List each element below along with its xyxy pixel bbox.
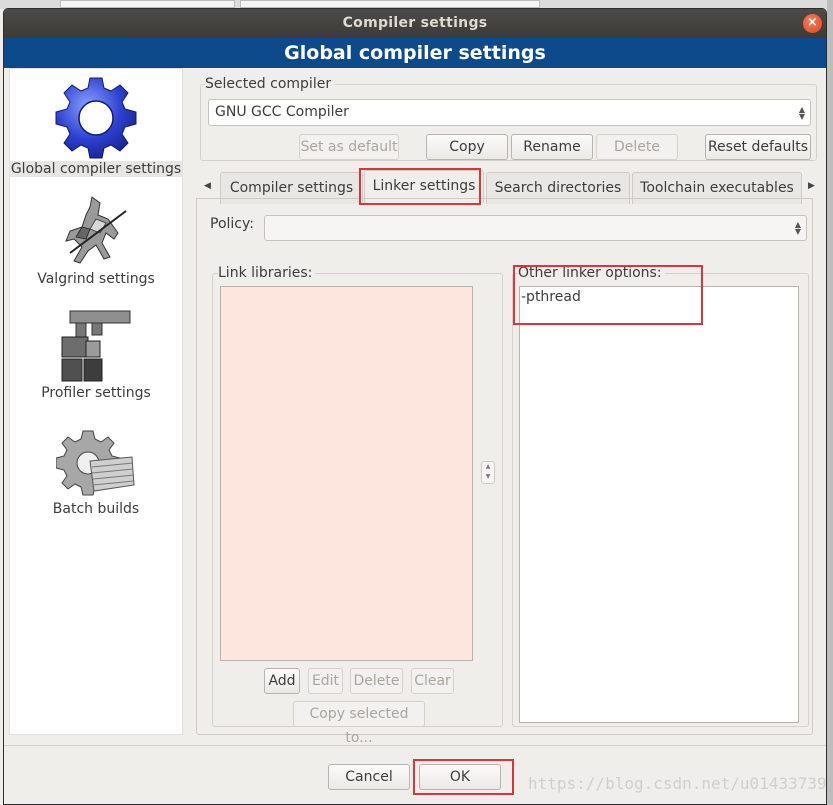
watermark-text: https://blog.csdn.net/u014337397 xyxy=(528,774,833,793)
close-button[interactable]: × xyxy=(803,14,822,33)
set-as-default-button[interactable]: Set as default xyxy=(299,134,399,160)
section-header: Global compiler settings xyxy=(4,38,826,68)
clear-libraries-button[interactable]: Clear xyxy=(411,668,454,694)
tab-scroll-right-icon[interactable]: ▶ xyxy=(808,181,815,191)
sidebar-item-label: Global compiler settings xyxy=(10,161,182,177)
spin-arrows-icon: ▲ ▼ xyxy=(794,220,801,236)
background-desktop-edge xyxy=(827,0,833,805)
window-title: Compiler settings xyxy=(342,15,488,31)
edit-library-button[interactable]: Edit xyxy=(308,668,343,694)
add-library-button[interactable]: Add xyxy=(264,668,300,694)
sidebar-item-profiler[interactable]: Profiler settings xyxy=(10,307,182,401)
footer-divider xyxy=(4,745,826,746)
close-icon: × xyxy=(806,15,819,30)
gear-stack-icon xyxy=(56,430,135,496)
selected-compiler-label: Selected compiler xyxy=(205,76,335,92)
sidebar-item-label: Valgrind settings xyxy=(37,271,155,287)
sidebar-item-label: Batch builds xyxy=(52,501,140,517)
reset-defaults-button[interactable]: Reset defaults xyxy=(705,134,811,160)
gear-icon xyxy=(55,77,137,159)
knight-icon xyxy=(65,196,127,264)
other-linker-options-label: Other linker options: xyxy=(518,265,665,281)
tab-scroll-left-icon[interactable]: ◀ xyxy=(204,181,211,191)
link-libraries-list[interactable] xyxy=(220,286,473,661)
background-fragment xyxy=(60,0,235,8)
sidebar-item-label: Profiler settings xyxy=(41,385,151,401)
sidebar-item-valgrind[interactable]: Valgrind settings xyxy=(10,193,182,287)
copy-button[interactable]: Copy xyxy=(426,134,508,160)
splitter-spin-control[interactable]: ▲ ▼ xyxy=(481,461,495,484)
cancel-button[interactable]: Cancel xyxy=(328,764,410,790)
compiler-select-value: GNU GCC Compiler xyxy=(215,104,349,120)
rename-button[interactable]: Rename xyxy=(511,134,593,160)
spin-arrows-icon: ▲ ▼ xyxy=(798,104,805,121)
background-fragment xyxy=(240,0,540,8)
sidebar-item-global-compiler[interactable]: Global compiler settings xyxy=(10,75,182,177)
ok-button[interactable]: OK xyxy=(419,764,501,790)
copy-selected-to-button[interactable]: Copy selected to... xyxy=(293,701,425,746)
delete-library-button[interactable]: Delete xyxy=(350,668,403,694)
other-linker-options-value: -pthread xyxy=(521,289,581,305)
compiler-select[interactable]: GNU GCC Compiler ▲ ▼ xyxy=(208,99,811,126)
caliper-icon xyxy=(61,310,131,382)
other-linker-options-textarea[interactable]: -pthread xyxy=(519,286,799,723)
link-libraries-label: Link libraries: xyxy=(218,265,316,281)
policy-label: Policy: xyxy=(210,216,254,232)
settings-sidebar: Global compiler settings Valgrind settin… xyxy=(9,68,183,735)
title-bar: Compiler settings × xyxy=(4,9,826,38)
sidebar-item-batch-builds[interactable]: Batch builds xyxy=(10,427,182,517)
policy-select[interactable]: ▲ ▼ xyxy=(264,215,807,241)
delete-compiler-button[interactable]: Delete xyxy=(596,134,678,160)
